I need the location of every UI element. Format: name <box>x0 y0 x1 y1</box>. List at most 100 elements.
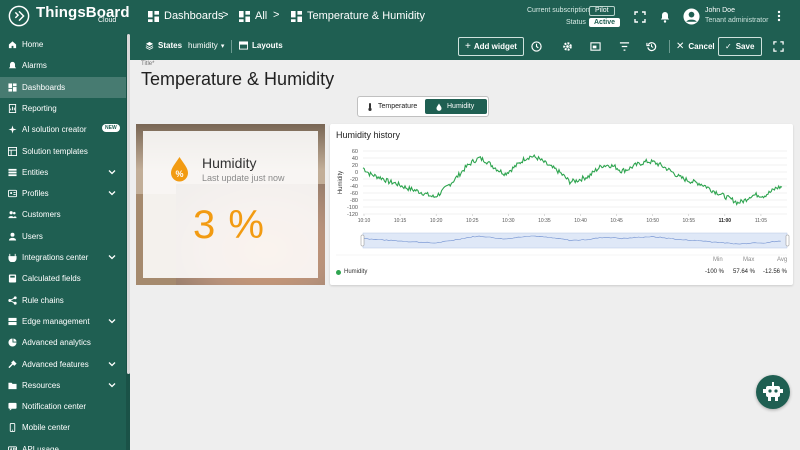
y-tick-label: -40 <box>350 184 358 190</box>
sidebar-item-dashboards[interactable]: Dashboards <box>0 76 126 98</box>
sidebar-item-label: Integrations center <box>22 253 89 262</box>
chevron-down-icon[interactable] <box>108 168 116 176</box>
sidebar-item-home[interactable]: Home <box>0 34 126 55</box>
cancel-button[interactable]: ✕ Cancel <box>676 41 715 52</box>
notification-icon <box>8 402 17 411</box>
folder-icon <box>8 382 17 389</box>
notification-bell-icon[interactable] <box>659 11 671 23</box>
sidebar-item-users[interactable]: Users <box>0 226 126 247</box>
chart-legend[interactable]: Humidity <box>336 269 367 275</box>
add-widget-button[interactable]: + Add widget <box>458 37 524 56</box>
sidebar-item-label: Notification center <box>22 402 87 412</box>
sidebar-item-label: Entities <box>22 167 49 177</box>
layouts-button[interactable]: Layouts <box>239 41 283 50</box>
range-handle-right[interactable] <box>785 234 790 247</box>
chevron-down-icon[interactable] <box>108 381 116 389</box>
chevron-down-icon[interactable] <box>108 189 116 197</box>
settings-gear-icon[interactable] <box>562 41 573 52</box>
legend-series-name: Humidity <box>344 269 368 275</box>
tab-temperature[interactable]: Temperature <box>361 99 424 114</box>
profiles-icon <box>8 189 17 198</box>
rule-chain-icon <box>8 295 17 305</box>
sidebar-item-customers[interactable]: Customers <box>0 204 126 225</box>
sidebar-item-reporting[interactable]: Reporting <box>0 98 126 119</box>
sidebar-item-entities[interactable]: Entities <box>0 162 126 183</box>
sidebar-item-label: Rule chains <box>22 295 64 305</box>
title-field-label: Title* <box>141 61 155 67</box>
humidity-card-subtitle: Last update just now <box>202 173 285 183</box>
check-icon: ✓ <box>725 42 732 51</box>
states-selector[interactable]: States humidity ▾ <box>145 41 224 50</box>
dashboard-toolbar: States humidity ▾ Layouts + Add widget ✕… <box>130 34 800 60</box>
sidebar-item-resources[interactable]: Resources <box>0 375 126 396</box>
dashboard-icon <box>8 83 17 92</box>
sidebar-item-solution-templates[interactable]: Solution templates <box>0 141 126 162</box>
api-icon <box>8 446 17 450</box>
stat-value-max: 57.64 % <box>733 269 756 275</box>
chevron-down-icon[interactable] <box>108 360 116 368</box>
stat-header-max: Max <box>743 257 755 263</box>
sidebar-item-mobile-center[interactable]: Mobile center <box>0 417 126 438</box>
status-badge: Active <box>589 18 621 27</box>
sidebar-scrollbar-thumb[interactable] <box>127 34 130 374</box>
new-badge: NEW <box>102 124 120 133</box>
breadcrumb-dashboards[interactable]: Dashboards <box>148 10 223 22</box>
fullscreen-icon[interactable] <box>634 11 646 23</box>
x-tick-label: 10:55 <box>683 218 696 224</box>
sidebar-item-label: API usage <box>22 444 59 450</box>
sidebar-item-api-usage[interactable]: API usage <box>0 439 126 450</box>
x-tick-label: 10:10 <box>358 218 371 224</box>
report-icon <box>8 103 17 113</box>
stat-value-min: -100 % <box>705 269 725 275</box>
sidebar-item-profiles[interactable]: Profiles <box>0 183 126 204</box>
humidity-card-value: 3 % <box>193 203 265 247</box>
save-button[interactable]: ✓ Save <box>718 37 762 56</box>
toolbar-divider <box>669 40 670 53</box>
sidebar-item-advanced-analytics[interactable]: Advanced analytics <box>0 332 126 353</box>
y-tick-label: -100 <box>347 205 358 211</box>
thermometer-icon <box>368 102 372 111</box>
humidity-drop-icon: % <box>171 157 188 182</box>
fullscreen-icon[interactable] <box>773 41 784 52</box>
x-tick-label: 11:00 <box>719 218 732 224</box>
range-navigator[interactable] <box>362 232 788 249</box>
sidebar-item-rule-chains[interactable]: Rule chains <box>0 290 126 311</box>
tab-humidity[interactable]: Humidity <box>425 99 487 114</box>
x-tick-label: 10:30 <box>502 218 515 224</box>
stat-header-min: Min <box>713 257 723 263</box>
breadcrumb-label: All <box>255 10 268 22</box>
sidebar-item-calculated-fields[interactable]: Calculated fields <box>0 268 126 289</box>
sidebar-item-label: AI solution creator <box>22 125 87 135</box>
y-tick-label: 20 <box>352 163 358 169</box>
subscription-badge[interactable]: Pilot <box>589 6 615 16</box>
mobile-icon <box>9 423 16 433</box>
chevron-down-icon[interactable] <box>108 253 116 261</box>
version-history-icon[interactable] <box>646 41 657 52</box>
x-tick-label: 10:35 <box>538 218 551 224</box>
sidebar-item-notification-center[interactable]: Notification center <box>0 396 126 417</box>
sidebar-item-advanced-features[interactable]: Advanced features <box>0 354 126 375</box>
water-drop-icon <box>436 103 442 111</box>
help-assistant-button[interactable] <box>756 375 790 409</box>
sidebar-item-ai-solution-creator[interactable]: AI solution creator NEW <box>0 119 126 140</box>
tab-label: Temperature <box>378 103 418 110</box>
more-vert-icon[interactable] <box>773 10 785 22</box>
humidity-history-chart[interactable]: 6040200-20-40-60-80-100-12010:10 10:15 10:… <box>330 124 793 285</box>
sidebar-item-label: Profiles <box>22 189 49 199</box>
clock-icon[interactable] <box>531 41 542 52</box>
bot-icon <box>763 382 783 401</box>
breadcrumb-all[interactable]: All <box>239 10 267 22</box>
sidebar-item-integrations-center[interactable]: Integrations center <box>0 247 126 268</box>
filter-icon[interactable] <box>619 41 630 52</box>
chevron-down-icon[interactable] <box>108 317 116 325</box>
alarm-icon <box>8 62 17 69</box>
entity-aliases-icon[interactable] <box>590 41 601 52</box>
dashboard-title[interactable]: Temperature & Humidity <box>141 69 334 90</box>
close-icon: ✕ <box>676 41 685 52</box>
sidebar-item-edge-management[interactable]: Edge management <box>0 311 126 332</box>
user-avatar-icon[interactable] <box>683 8 700 25</box>
sidebar-item-alarms[interactable]: Alarms <box>0 55 126 76</box>
y-tick-label: 60 <box>352 149 358 155</box>
range-handle-left[interactable] <box>360 234 365 247</box>
y-axis-label: Humidity <box>338 171 344 194</box>
